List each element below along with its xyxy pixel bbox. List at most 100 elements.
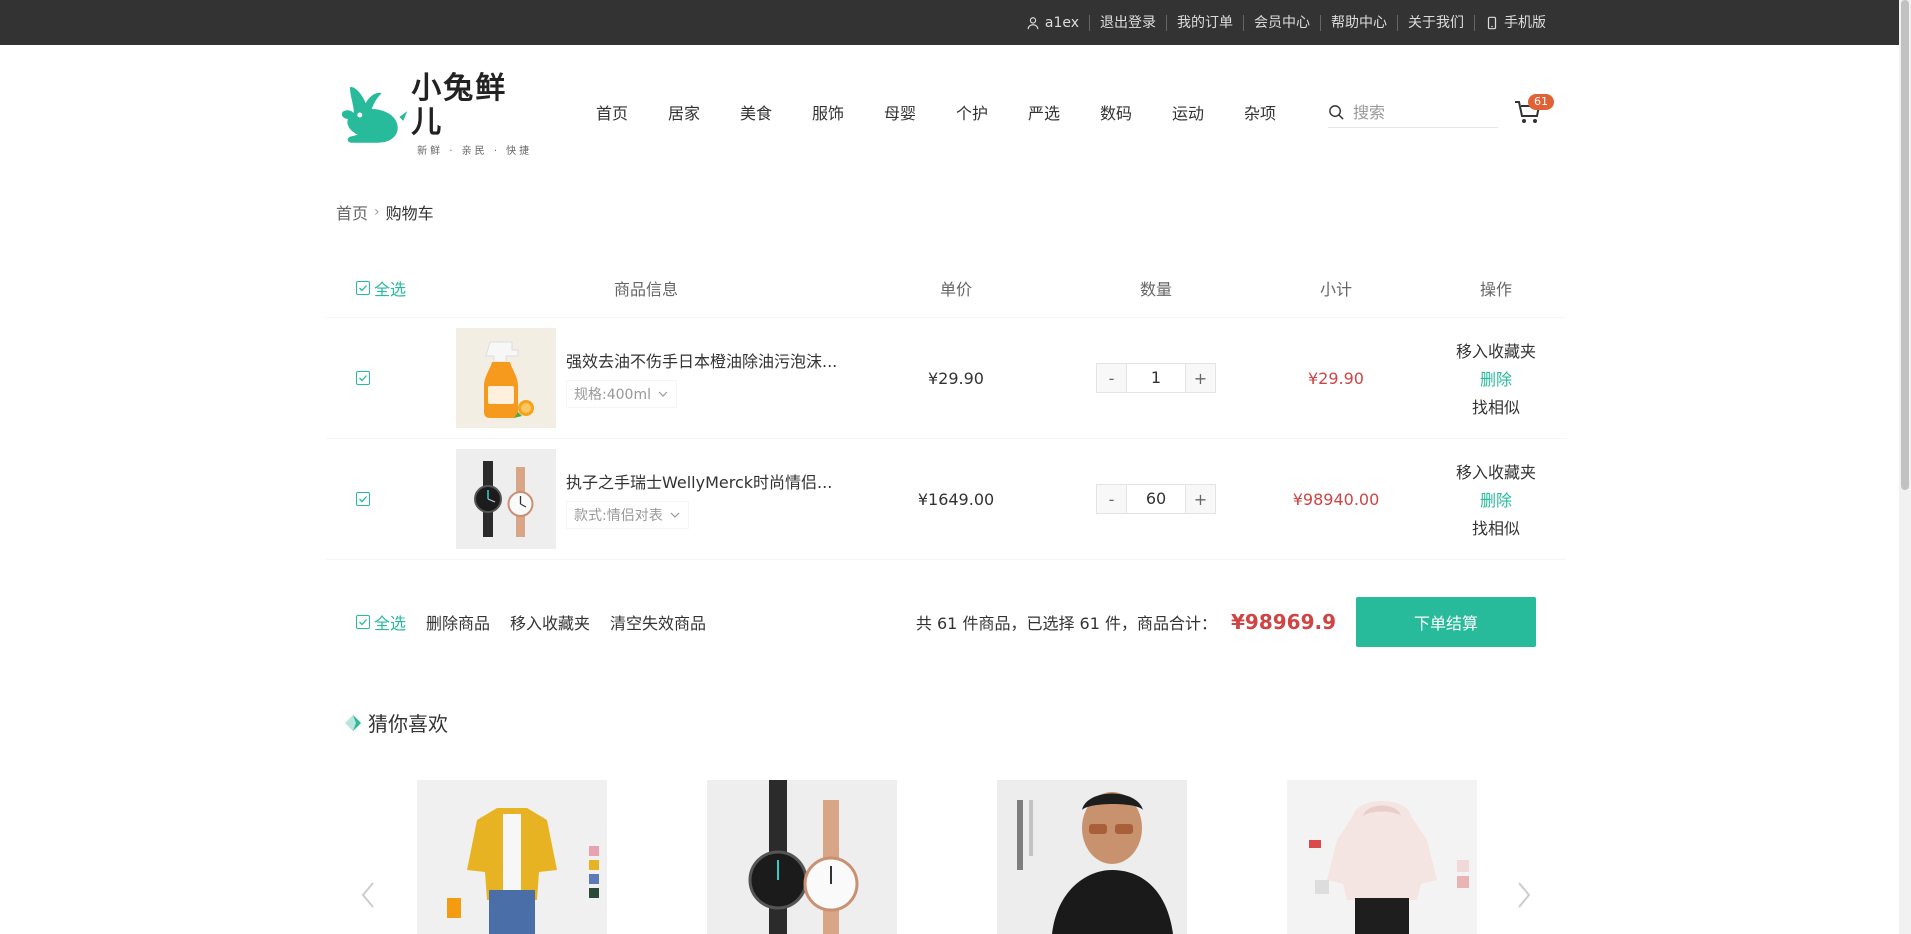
unit-price: ¥1649.00 — [917, 489, 995, 509]
member-center-link[interactable]: 会员中心 — [1243, 14, 1320, 31]
nav-misc[interactable]: 杂项 — [1244, 100, 1316, 124]
cart-count-badge: 61 — [1528, 94, 1554, 110]
goods-attr-selector[interactable]: 款式:情侣对表 — [566, 501, 689, 529]
row-check-cell — [326, 492, 446, 506]
guess-item-eyewear[interactable] — [997, 780, 1187, 934]
guess-you-like-title: 猜你喜欢 — [344, 708, 448, 737]
goods-attr-selector[interactable]: 规格:400ml — [566, 380, 677, 408]
logo-name: 小兔鲜儿 — [411, 70, 508, 140]
logo[interactable]: 小兔鲜儿 新鲜 · 亲民 · 快捷 — [338, 71, 538, 157]
main-nav: 首页 居家 美食 服饰 母婴 个护 严选 数码 运动 杂项 — [596, 100, 1316, 124]
move-to-favorites-link[interactable]: 移入收藏夹 — [1456, 338, 1536, 362]
topbar-user[interactable]: a1ex — [1016, 15, 1089, 31]
goods-info: 强效去油不伤手日本橙油除油污泡沫... 规格:400ml — [446, 328, 846, 428]
goods-image-spray-bottle[interactable] — [456, 328, 556, 428]
qty-minus-button[interactable]: - — [1097, 485, 1126, 513]
row-subtotal: ¥29.90 — [1308, 368, 1364, 388]
delete-link[interactable]: 删除 — [1480, 487, 1512, 511]
row-subtotal: ¥98940.00 — [1292, 489, 1380, 509]
checkbox-checked-icon[interactable] — [356, 615, 370, 629]
total-amount: ¥98969.9 — [1230, 610, 1336, 634]
find-similar-link[interactable]: 找相似 — [1472, 515, 1520, 539]
nav-food[interactable]: 美食 — [740, 100, 812, 124]
user-icon — [1027, 16, 1039, 29]
qty-cell: - 1 + — [1066, 363, 1246, 393]
chevron-right-icon: › — [374, 204, 380, 220]
guess-title-text: 猜你喜欢 — [368, 712, 448, 736]
goods-meta: 执子之手瑞士WellyMerck时尚情侣... 款式:情侣对表 — [566, 469, 846, 529]
nav-sports[interactable]: 运动 — [1172, 100, 1244, 124]
move-to-favorites-link[interactable]: 移入收藏夹 — [1456, 459, 1536, 483]
page-scrollbar[interactable] — [1899, 0, 1911, 934]
cart-action-bar: 全选 删除商品 移入收藏夹 清空失效商品 共 61 件商品，已选择 61 件，商… — [326, 582, 1566, 662]
topbar-nav: a1ex 退出登录 我的订单 会员中心 帮助中心 关于我们 手机版 — [1016, 0, 1556, 45]
chevron-down-icon — [658, 391, 668, 397]
delete-link[interactable]: 删除 — [1480, 366, 1512, 390]
man-with-glasses-image — [997, 780, 1187, 934]
nav-personal-care[interactable]: 个护 — [956, 100, 1028, 124]
goods-image-watches[interactable] — [456, 449, 556, 549]
qty-input[interactable]: 60 — [1126, 485, 1186, 513]
checkbox-checked-icon[interactable] — [356, 492, 370, 506]
qty-plus-button[interactable]: + — [1186, 485, 1215, 513]
checkout-summary: 共 61 件商品，已选择 61 件，商品合计： ¥98969.9 下单结算 — [916, 597, 1536, 647]
header-select-all[interactable]: 全选 — [326, 276, 446, 300]
scrollbar-thumb[interactable] — [1901, 0, 1909, 490]
checkout-button[interactable]: 下单结算 — [1356, 597, 1536, 647]
logo-slogan: 新鲜 · 亲民 · 快捷 — [417, 145, 533, 157]
nav-apparel[interactable]: 服饰 — [812, 100, 884, 124]
breadcrumb-home[interactable]: 首页 — [336, 200, 368, 224]
checkbox-checked-icon[interactable] — [356, 280, 370, 295]
guess-item-hoodie[interactable] — [1287, 780, 1477, 934]
quantity-stepper: - 60 + — [1096, 484, 1216, 514]
unit-price: ¥29.90 — [928, 368, 984, 388]
move-to-favorites-button[interactable]: 移入收藏夹 — [510, 610, 590, 634]
search-input[interactable] — [1353, 103, 1488, 122]
qty-minus-button[interactable]: - — [1097, 364, 1126, 392]
delete-goods-button[interactable]: 删除商品 — [426, 610, 490, 634]
header-goods-info: 商品信息 — [613, 279, 678, 299]
select-all-label[interactable]: 全选 — [374, 276, 406, 300]
footer-select-all[interactable]: 全选 — [356, 610, 406, 634]
phone-icon — [1487, 16, 1497, 29]
topbar-username: a1ex — [1044, 14, 1079, 31]
goods-name[interactable]: 强效去油不伤手日本橙油除油污泡沫... — [566, 348, 846, 372]
my-orders-link[interactable]: 我的订单 — [1166, 14, 1243, 31]
yellow-jacket-image — [417, 780, 607, 934]
top-bar: a1ex 退出登录 我的订单 会员中心 帮助中心 关于我们 手机版 — [0, 0, 1911, 45]
goods-meta: 强效去油不伤手日本橙油除油污泡沫... 规格:400ml — [566, 348, 846, 408]
about-us-label: 关于我们 — [1408, 14, 1464, 31]
clear-invalid-button[interactable]: 清空失效商品 — [610, 610, 706, 634]
nav-baby[interactable]: 母婴 — [884, 100, 956, 124]
breadcrumb: 首页 › 购物车 — [336, 200, 434, 224]
qty-plus-button[interactable]: + — [1186, 364, 1215, 392]
header-qty: 数量 — [1139, 279, 1172, 299]
nav-home-living[interactable]: 居家 — [668, 100, 740, 124]
cart-table: 全选 商品信息 单价 数量 小计 操作 强效去油不伤手日本橙油除油污泡沫... … — [326, 258, 1566, 560]
goods-name[interactable]: 执子之手瑞士WellyMerck时尚情侣... — [566, 469, 846, 493]
mobile-version-link[interactable]: 手机版 — [1474, 14, 1556, 31]
header-action: 操作 — [1479, 279, 1512, 299]
pink-hoodie-image — [1287, 780, 1477, 934]
nav-home[interactable]: 首页 — [596, 100, 668, 124]
checkbox-checked-icon[interactable] — [356, 371, 370, 385]
batch-actions: 全选 删除商品 移入收藏夹 清空失效商品 — [326, 610, 706, 634]
guess-item-watches[interactable] — [707, 780, 897, 934]
row-action-list: 移入收藏夹 删除 找相似 — [1426, 338, 1566, 418]
rabbit-logo-icon — [341, 86, 408, 143]
header: 小兔鲜儿 新鲜 · 亲民 · 快捷 首页 居家 美食 服饰 母婴 个护 严选 数… — [338, 71, 1578, 157]
guess-product-list — [360, 780, 1540, 934]
qty-input[interactable]: 1 — [1126, 364, 1186, 392]
guess-item-kids-jacket[interactable] — [417, 780, 607, 934]
about-us-link[interactable]: 关于我们 — [1397, 14, 1474, 31]
find-similar-link[interactable]: 找相似 — [1472, 394, 1520, 418]
logout-link[interactable]: 退出登录 — [1089, 14, 1166, 31]
member-center-label: 会员中心 — [1254, 14, 1310, 31]
diamond-icon — [345, 714, 361, 731]
nav-selection[interactable]: 严选 — [1028, 100, 1100, 124]
logo-text: 小兔鲜儿 新鲜 · 亲民 · 快捷 — [411, 70, 538, 157]
cart-table-header: 全选 商品信息 单价 数量 小计 操作 — [326, 258, 1566, 318]
couple-watches-image — [707, 780, 897, 934]
nav-digital[interactable]: 数码 — [1100, 100, 1172, 124]
help-center-link[interactable]: 帮助中心 — [1320, 14, 1397, 31]
